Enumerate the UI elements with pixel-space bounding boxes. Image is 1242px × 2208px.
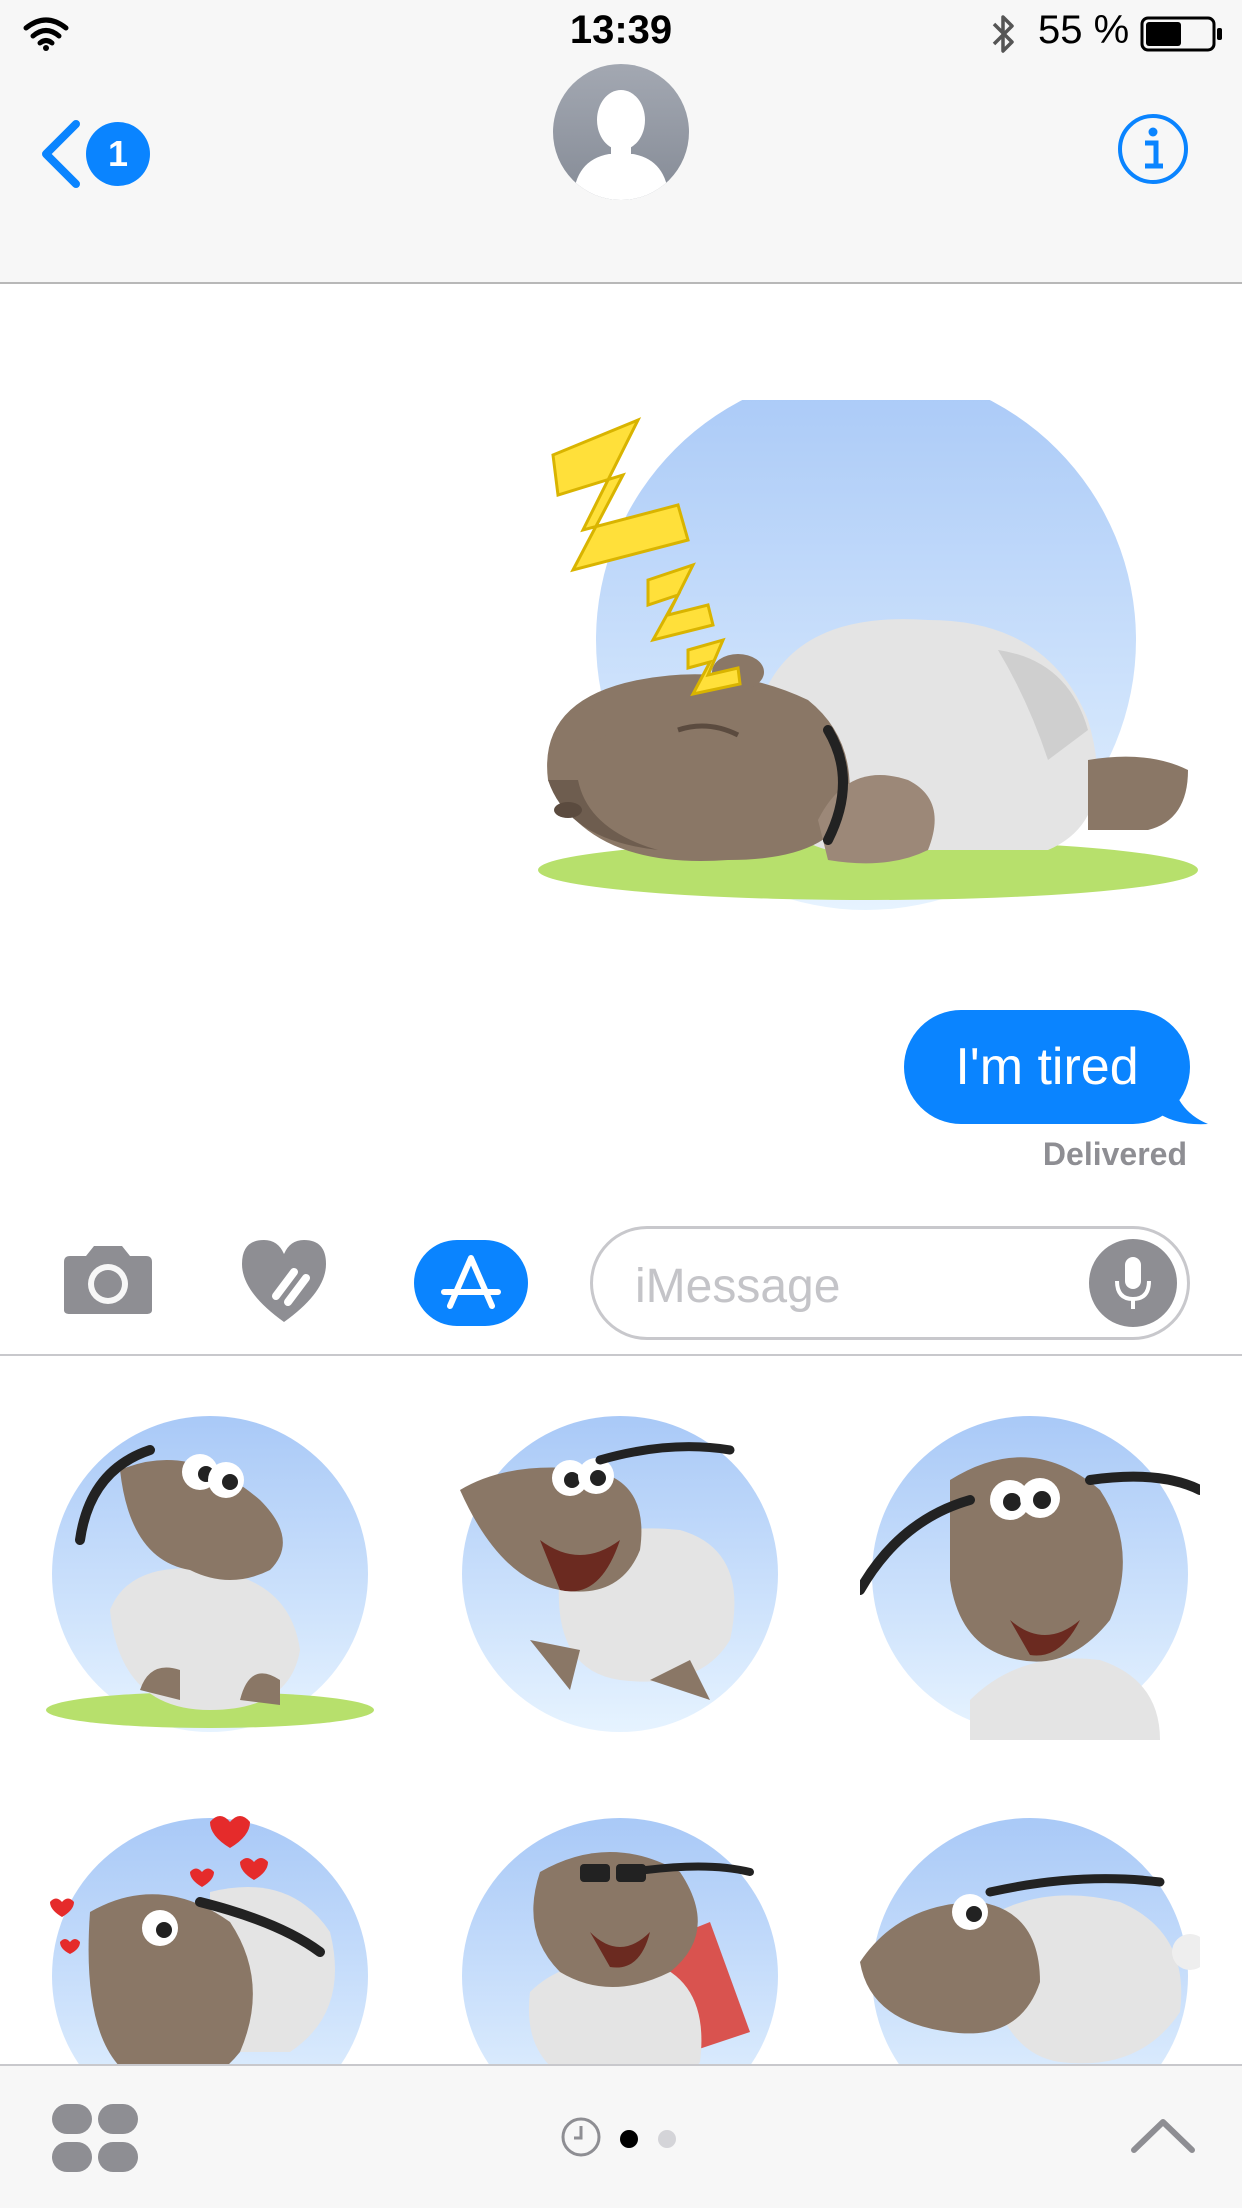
delivery-status: Delivered [1042, 1136, 1187, 1172]
digital-touch-heart-icon[interactable] [236, 1236, 332, 1326]
app-store-icon [441, 1255, 501, 1309]
person-silhouette-icon [573, 90, 669, 200]
bubble-tail [1150, 1070, 1208, 1125]
hippo-smiling-sticker[interactable] [860, 1410, 1200, 1750]
message-bubble[interactable]: I'm tired [904, 1010, 1190, 1124]
hippo-sitting-sticker[interactable] [40, 1410, 380, 1750]
bluetooth-icon [992, 15, 1014, 53]
expand-chevron-icon[interactable] [1128, 2110, 1198, 2160]
contact-avatar[interactable] [553, 64, 689, 200]
conversation-header: 1 [0, 64, 1242, 284]
hippo-laughing-sticker[interactable] [450, 1410, 790, 1750]
status-bar: 13:39 55 % [0, 0, 1242, 64]
hippo-sunglasses-sticker[interactable] [450, 1812, 790, 2064]
unread-badge: 1 [86, 122, 150, 186]
hippo-in-love-sticker[interactable] [40, 1812, 380, 2064]
microphone-button[interactable] [1089, 1239, 1177, 1327]
battery-icon [1140, 16, 1222, 52]
camera-icon[interactable] [60, 1242, 156, 1318]
page-dot-active[interactable] [620, 2130, 638, 2148]
back-chevron-icon [42, 120, 80, 188]
sleeping-hippo-sticker[interactable] [528, 400, 1208, 920]
app-drawer-bar [0, 2064, 1242, 2208]
recents-clock-icon[interactable] [560, 2116, 602, 2158]
battery-percentage: 55 % [1038, 8, 1130, 52]
message-input[interactable]: iMessage [590, 1226, 1190, 1340]
microphone-icon [1115, 1257, 1151, 1309]
sticker-drawer [0, 1356, 1242, 2064]
message-placeholder: iMessage [635, 1260, 841, 1313]
app-drawer-icon[interactable] [50, 2102, 140, 2174]
info-icon[interactable] [1116, 112, 1190, 186]
back-button[interactable]: 1 [36, 112, 156, 202]
app-store-button[interactable] [414, 1240, 528, 1326]
page-dot[interactable] [658, 2130, 676, 2148]
hippo-running-sticker[interactable] [860, 1812, 1200, 2064]
